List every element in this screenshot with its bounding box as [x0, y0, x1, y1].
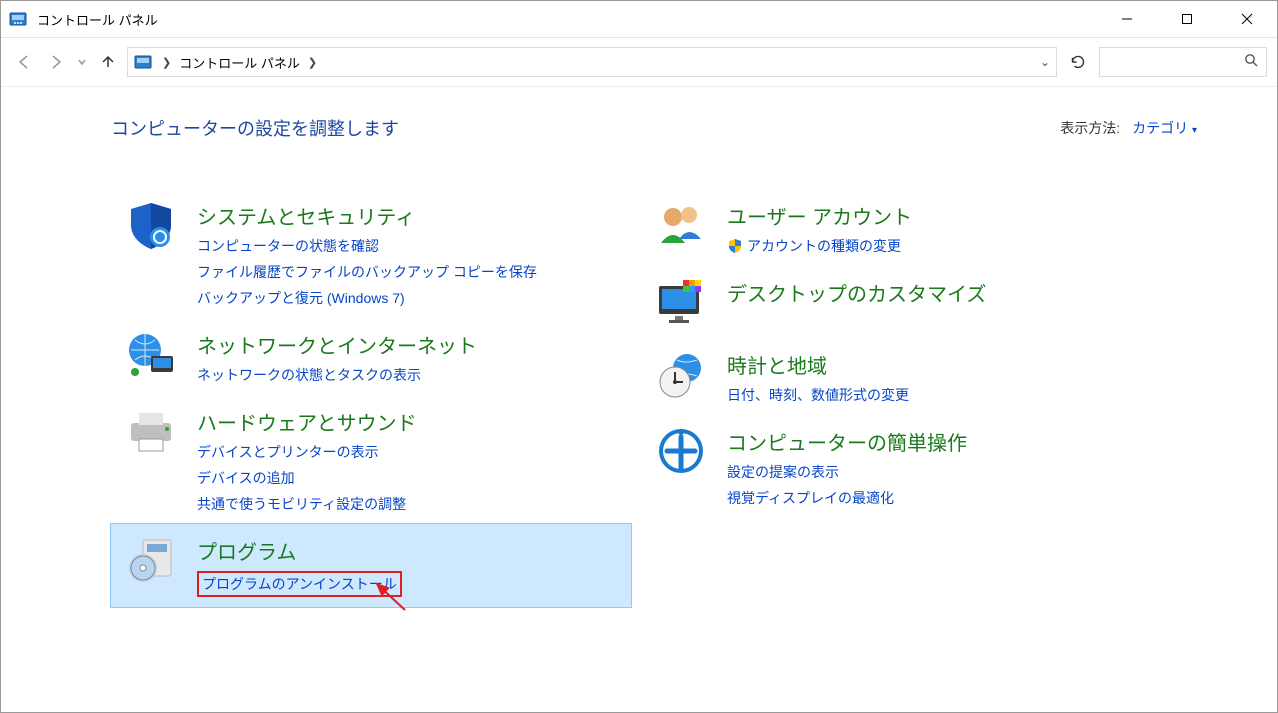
sub-link[interactable]: デバイスの追加 — [197, 468, 417, 488]
category-network[interactable]: ネットワークとインターネット ネットワークの状態とタスクの表示 — [111, 318, 631, 395]
printer-icon — [125, 405, 177, 457]
category-head[interactable]: ユーザー アカウント — [727, 201, 912, 230]
sub-link[interactable]: バックアップと復元 (Windows 7) — [197, 288, 537, 308]
minimize-button[interactable] — [1097, 1, 1157, 37]
category-hardware-sound[interactable]: ハードウェアとサウンド デバイスとプリンターの表示 デバイスの追加 共通で使うモ… — [111, 395, 631, 524]
sub-link[interactable]: 設定の提案の表示 — [727, 462, 967, 482]
category-clock-region[interactable]: 時計と地域 日付、時刻、数値形式の変更 — [641, 338, 1161, 415]
disc-box-icon — [125, 534, 177, 586]
sub-link[interactable]: ネットワークの状態とタスクの表示 — [197, 365, 477, 385]
page-header-row: コンピューターの設定を調整します 表示方法: カテゴリ ▾ — [111, 115, 1197, 141]
clock-globe-icon — [655, 348, 707, 400]
sub-link[interactable]: デバイスとプリンターの表示 — [197, 442, 417, 462]
up-button[interactable] — [95, 49, 121, 75]
forward-button[interactable] — [43, 49, 69, 75]
breadcrumb-item[interactable]: コントロール パネル — [175, 53, 304, 72]
category-grid: システムとセキュリティ コンピューターの状態を確認 ファイル履歴でファイルのバッ… — [111, 189, 1197, 607]
sub-link[interactable]: ファイル履歴でファイルのバックアップ コピーを保存 — [197, 262, 537, 282]
sub-link[interactable]: コンピューターの状態を確認 — [197, 236, 537, 256]
window-title: コントロール パネル — [37, 10, 158, 29]
search-icon — [1244, 53, 1258, 72]
view-mode: 表示方法: カテゴリ ▾ — [1060, 118, 1197, 138]
control-panel-window: コントロール パネル ❯ コントロール パネル ❯ ⌄ — [0, 0, 1278, 713]
recent-dropdown[interactable] — [75, 49, 89, 75]
view-mode-label: 表示方法: — [1060, 120, 1120, 136]
maximize-button[interactable] — [1157, 1, 1217, 37]
search-box[interactable] — [1099, 47, 1267, 77]
category-head[interactable]: システムとセキュリティ — [197, 201, 537, 230]
category-head[interactable]: デスクトップのカスタマイズ — [727, 278, 986, 307]
address-bar[interactable]: ❯ コントロール パネル ❯ ⌄ — [127, 47, 1057, 77]
sub-link[interactable]: 共通で使うモビリティ設定の調整 — [197, 494, 417, 514]
left-column: システムとセキュリティ コンピューターの状態を確認 ファイル履歴でファイルのバッ… — [111, 189, 631, 607]
category-head[interactable]: ハードウェアとサウンド — [197, 407, 417, 436]
ease-of-access-icon — [655, 425, 707, 477]
shield-icon — [125, 199, 177, 251]
category-head[interactable]: 時計と地域 — [727, 350, 909, 379]
globe-icon — [125, 328, 177, 380]
sub-link[interactable]: 視覚ディスプレイの最適化 — [727, 488, 967, 508]
right-column: ユーザー アカウント アカウントの種類の変更 — [641, 189, 1161, 607]
chevron-down-icon[interactable]: ⌄ — [1040, 55, 1050, 69]
refresh-button[interactable] — [1063, 48, 1093, 76]
category-appearance[interactable]: デスクトップのカスタマイズ — [641, 266, 1161, 338]
category-system-security[interactable]: システムとセキュリティ コンピューターの状態を確認 ファイル履歴でファイルのバッ… — [111, 189, 631, 318]
category-head[interactable]: ネットワークとインターネット — [197, 330, 477, 359]
window-buttons — [1097, 1, 1277, 37]
control-panel-breadcrumb-icon — [134, 53, 152, 71]
chevron-down-icon: ▾ — [1192, 125, 1197, 136]
view-mode-dropdown[interactable]: カテゴリ ▾ — [1132, 120, 1197, 136]
category-user-accounts[interactable]: ユーザー アカウント アカウントの種類の変更 — [641, 189, 1161, 266]
category-programs[interactable]: プログラム プログラムのアンインストール — [111, 524, 631, 607]
people-icon — [655, 199, 707, 251]
category-head[interactable]: プログラム — [197, 536, 402, 565]
titlebar: コントロール パネル — [1, 1, 1277, 38]
nav-row: ❯ コントロール パネル ❯ ⌄ — [1, 38, 1277, 87]
breadcrumb-sep-icon[interactable]: ❯ — [158, 56, 175, 69]
page-title: コンピューターの設定を調整します — [111, 115, 399, 141]
uac-shield-icon — [727, 238, 743, 254]
back-button[interactable] — [11, 49, 37, 75]
breadcrumb-sep-icon[interactable]: ❯ — [304, 56, 321, 69]
sub-link[interactable]: 日付、時刻、数値形式の変更 — [727, 385, 909, 405]
content-area: コンピューターの設定を調整します 表示方法: カテゴリ ▾ システムとセキュリテ… — [1, 87, 1277, 712]
sub-link[interactable]: アカウントの種類の変更 — [727, 236, 912, 256]
category-ease-of-access[interactable]: コンピューターの簡単操作 設定の提案の表示 視覚ディスプレイの最適化 — [641, 415, 1161, 518]
red-arrow-annotation — [371, 580, 411, 616]
control-panel-app-icon — [9, 10, 27, 28]
close-button[interactable] — [1217, 1, 1277, 37]
category-head[interactable]: コンピューターの簡単操作 — [727, 427, 967, 456]
monitor-colors-icon — [655, 276, 707, 328]
